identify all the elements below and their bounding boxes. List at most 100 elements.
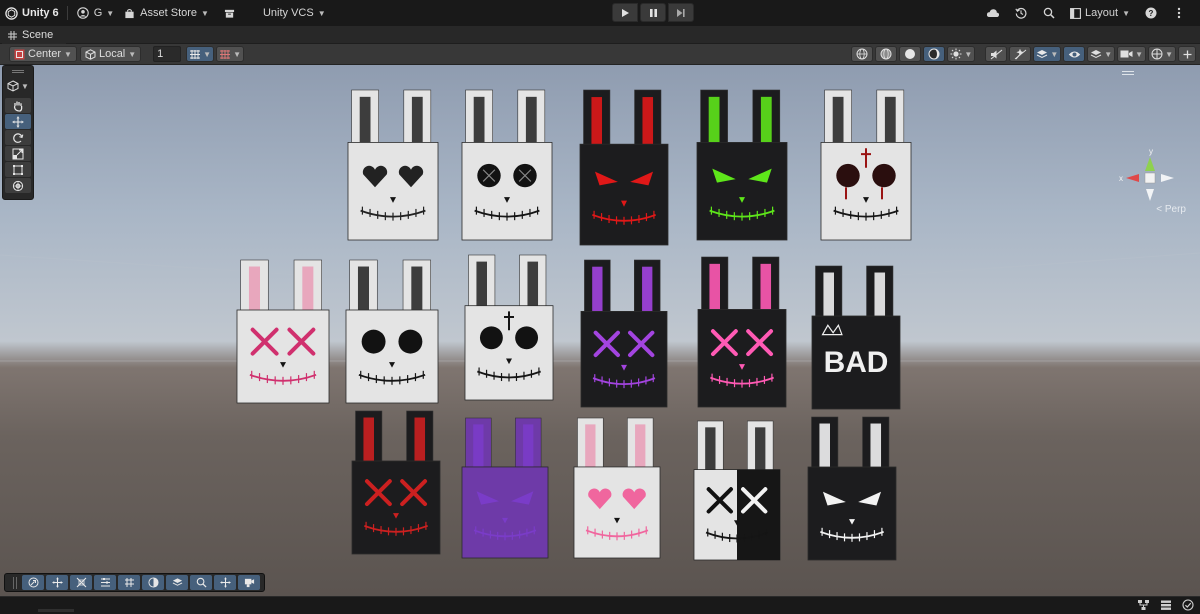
bunny-ear-inner	[635, 424, 646, 467]
bunny-head-model[interactable]	[461, 89, 553, 241]
scale-tool-button[interactable]	[5, 146, 31, 161]
shading-mode-dropdown[interactable]: ▼	[947, 46, 976, 62]
bunny-head-model[interactable]	[573, 417, 661, 559]
transform-tool-button[interactable]	[5, 178, 31, 193]
pivot-center-icon	[14, 49, 25, 59]
hand-tool-button[interactable]	[5, 98, 31, 113]
vcs-dropdown[interactable]: Unity VCS ▼	[259, 3, 330, 23]
pivot-rotation-label: Local	[98, 48, 126, 60]
scale-icon	[12, 148, 24, 159]
gizmos-dropdown[interactable]: ▼	[1148, 46, 1176, 62]
overlay-button-snap[interactable]	[70, 575, 92, 590]
overlay-button-layers[interactable]	[166, 575, 188, 590]
cloud-button[interactable]	[980, 3, 1006, 23]
2d-toggle-button[interactable]	[985, 46, 1008, 62]
bunny-head-model[interactable]	[461, 417, 549, 559]
bunny-head-model[interactable]	[807, 416, 897, 561]
grid-snap-field[interactable]: 1	[153, 46, 182, 62]
check-circle-icon[interactable]	[1182, 599, 1194, 611]
bunny-head-model[interactable]	[351, 410, 441, 555]
camera-dropdown[interactable]: ▼	[1117, 46, 1147, 62]
progress-stack-icon[interactable]	[1160, 599, 1172, 611]
bunny-ear-inner	[708, 96, 720, 143]
overlay-button-align[interactable]	[94, 575, 116, 590]
layers-icon	[1037, 49, 1048, 58]
account-label: G	[93, 7, 103, 19]
step-button[interactable]	[668, 3, 694, 22]
bunny-head-model[interactable]	[236, 259, 330, 404]
bunny-head-model[interactable]	[464, 254, 554, 401]
package-button[interactable]	[219, 3, 241, 23]
shaded-wireframe-button[interactable]	[875, 46, 898, 62]
gizmo-visibility-button[interactable]	[1063, 46, 1086, 62]
scene-overflow-button[interactable]	[1178, 46, 1196, 62]
bunny-head-block	[236, 309, 330, 404]
pause-button[interactable]	[640, 3, 666, 22]
more-options-button[interactable]	[1166, 3, 1192, 23]
bunny-head-model[interactable]	[696, 89, 788, 241]
account-dropdown[interactable]: G ▼	[72, 3, 118, 23]
shaded-button[interactable]	[899, 46, 922, 62]
rotate-tool-button[interactable]	[5, 130, 31, 145]
history-button[interactable]	[1008, 3, 1034, 23]
help-button[interactable]: ?	[1138, 3, 1164, 23]
grid-snap-settings[interactable]: ▼	[216, 46, 245, 62]
play-button[interactable]	[612, 3, 638, 22]
bunny-round-eye	[515, 326, 539, 350]
overlay-button-pivot[interactable]	[22, 575, 44, 590]
palette-grip[interactable]	[5, 68, 31, 74]
bunny-head-model[interactable]: BAD	[811, 265, 901, 410]
tab-scene[interactable]: Scene	[2, 26, 66, 44]
svg-text:?: ?	[1149, 9, 1154, 18]
overlay-button-move[interactable]	[46, 575, 68, 590]
bunny-ear-inner	[527, 261, 539, 306]
tool-context-dropdown[interactable]: ▼	[5, 77, 31, 95]
search-button[interactable]	[1036, 3, 1062, 23]
bunny-head-model[interactable]	[347, 89, 439, 241]
wireframe-shading-button[interactable]	[851, 46, 874, 62]
network-icon[interactable]	[1137, 599, 1150, 611]
pivot-rotation-dropdown[interactable]: Local ▼	[79, 46, 142, 62]
overlay-button-shading[interactable]	[142, 575, 164, 590]
scene-viewport[interactable]: BAD y x < Perp	[0, 65, 1200, 596]
bunny-head-model[interactable]	[580, 259, 668, 408]
gizmo-grip	[1122, 71, 1134, 75]
half-sphere-icon	[147, 577, 159, 588]
rect-tool-button[interactable]	[5, 162, 31, 177]
layers-icon	[172, 578, 182, 586]
rotate-icon	[13, 132, 24, 143]
bunny-head-model[interactable]	[579, 89, 669, 246]
perspective-toggle[interactable]: < Perp	[1156, 204, 1186, 215]
globe-gizmo-icon	[1151, 48, 1163, 60]
hand-icon	[13, 101, 23, 112]
bunny-head-model[interactable]	[345, 259, 439, 404]
chevron-down-icon: ▼	[1050, 49, 1059, 59]
overlay-grip[interactable]	[13, 576, 17, 589]
layout-icon	[1070, 7, 1081, 19]
layers-dropdown[interactable]: ▼	[1087, 46, 1116, 62]
lit-sphere-icon	[928, 48, 940, 60]
move-tool-button[interactable]	[5, 114, 31, 129]
bunny-ear-inner	[592, 266, 603, 312]
step-icon	[677, 8, 685, 17]
scene-visibility-dropdown[interactable]: ▼	[1033, 46, 1062, 62]
pivot-mode-dropdown[interactable]: Center ▼	[9, 46, 77, 62]
grid-visibility-dropdown[interactable]: ▼	[186, 46, 215, 62]
bunny-ear-inner	[709, 263, 720, 310]
overlay-button-grid[interactable]	[118, 575, 140, 590]
lit-shaded-button[interactable]	[923, 46, 946, 62]
bunny-head-model[interactable]	[820, 89, 912, 241]
overlay-button-camera[interactable]	[238, 575, 260, 590]
bunny-head-model[interactable]	[697, 256, 787, 408]
layout-dropdown[interactable]: Layout ▼	[1064, 3, 1136, 23]
overlay-button-transform[interactable]	[214, 575, 236, 590]
unity-logo-menu[interactable]: Unity 6	[0, 3, 63, 23]
asset-store-dropdown[interactable]: Asset Store ▼	[118, 3, 213, 23]
overlay-button-search[interactable]	[190, 575, 212, 590]
pivot-mode-label: Center	[28, 48, 62, 60]
fx-toggle-button[interactable]	[1009, 46, 1032, 62]
bunny-head-model[interactable]	[693, 420, 781, 561]
chevron-down-icon: ▼	[317, 8, 326, 18]
persp-label: Perp	[1164, 204, 1186, 215]
plus-icon	[1183, 50, 1191, 58]
